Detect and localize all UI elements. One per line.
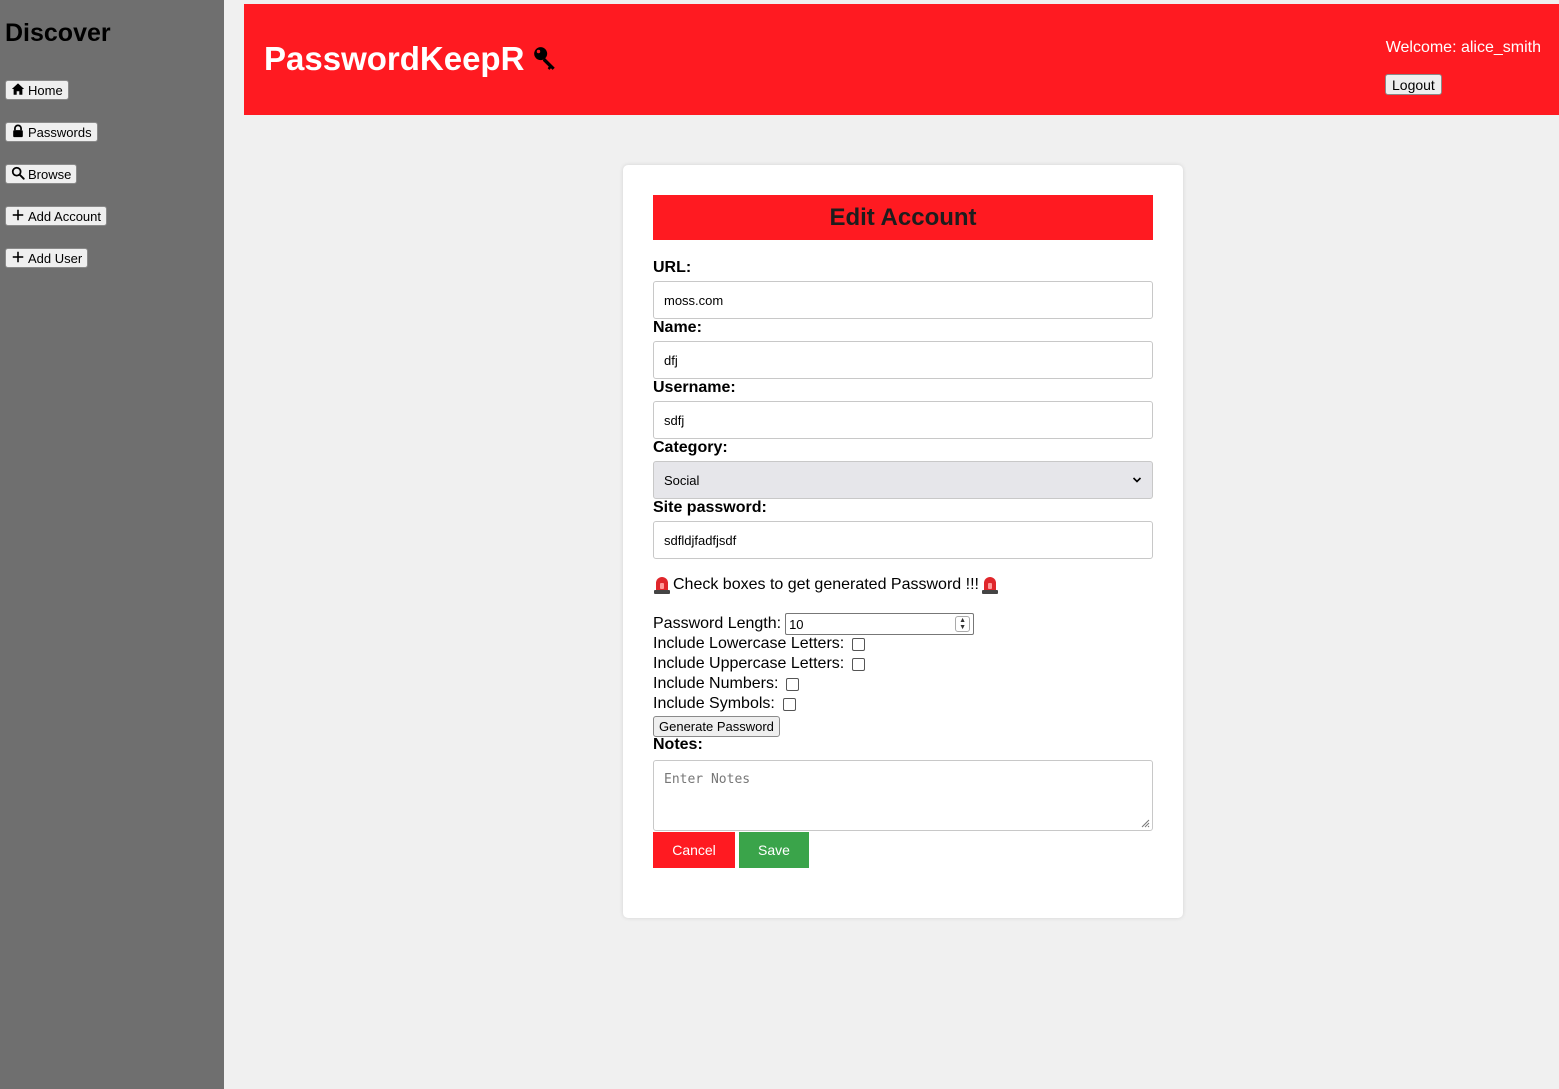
sidebar-title: Discover: [5, 19, 111, 47]
plus-icon: [11, 208, 25, 225]
welcome-text: Welcome: alice_smith: [1385, 39, 1541, 56]
brand-name: PasswordKeepR: [264, 40, 525, 77]
numbers-row: Include Numbers:: [653, 675, 800, 693]
spinner-icon[interactable]: ▲ ▼: [955, 616, 971, 632]
notes-placeholder: Enter Notes: [664, 772, 751, 787]
sidebar-item-browse[interactable]: Browse: [5, 164, 78, 184]
page-title: Edit Account: [653, 195, 1153, 240]
cancel-button[interactable]: Cancel: [653, 832, 735, 868]
category-selected-value: Social: [664, 472, 700, 488]
notes-label: Notes:: [653, 736, 703, 753]
symbols-checkbox[interactable]: [782, 697, 796, 711]
logout-button[interactable]: Logout: [1385, 74, 1442, 95]
name-input[interactable]: dfj: [653, 341, 1153, 379]
lowercase-checkbox[interactable]: [852, 637, 866, 651]
notes-textarea[interactable]: Enter Notes: [653, 760, 1153, 831]
resize-handle-icon[interactable]: [1140, 818, 1150, 828]
edit-account-card: Edit Account URL: moss.com Name: dfj Use…: [623, 165, 1183, 918]
numbers-checkbox[interactable]: [786, 677, 800, 691]
sidebar-item-home[interactable]: Home: [5, 80, 69, 100]
url-label: URL:: [653, 259, 692, 276]
password-length-label: Password Length:: [653, 615, 782, 632]
category-label: Category:: [653, 439, 728, 456]
uppercase-row: Include Uppercase Letters:: [653, 655, 866, 673]
username-input[interactable]: sdfj: [653, 401, 1153, 439]
siren-icon: [981, 575, 999, 594]
generate-password-button[interactable]: Generate Password: [653, 716, 780, 737]
search-icon: [11, 166, 25, 183]
site-password-input[interactable]: sdfldjfadfjsdf: [653, 521, 1153, 559]
sidebar-item-add-account[interactable]: Add Account: [5, 206, 107, 226]
lowercase-label: Include Lowercase Letters:: [653, 635, 845, 652]
lowercase-row: Include Lowercase Letters:: [653, 635, 866, 653]
category-select[interactable]: Social: [653, 461, 1153, 499]
plus-icon: [11, 250, 25, 267]
sidebar-item-label: Add Account: [28, 208, 101, 224]
chevron-down-icon: [1132, 473, 1142, 488]
save-button[interactable]: Save: [739, 832, 809, 868]
header: PasswordKeepR Welcome: alice_smith Logou…: [244, 4, 1559, 115]
symbols-label: Include Symbols:: [653, 695, 775, 712]
home-icon: [11, 82, 25, 99]
numbers-label: Include Numbers:: [653, 675, 779, 692]
sidebar-item-label: Home: [28, 82, 63, 98]
sidebar-item-label: Browse: [28, 166, 72, 182]
sidebar: Discover Home Passwords Browse Add Accou…: [0, 0, 224, 1089]
sidebar-item-add-user[interactable]: Add User: [5, 248, 89, 268]
symbols-row: Include Symbols:: [653, 695, 796, 713]
lock-icon: [11, 124, 25, 141]
password-length-row: Password Length: 10 ▲ ▼: [653, 613, 975, 635]
brand: PasswordKeepR: [264, 39, 558, 79]
password-length-input[interactable]: 10 ▲ ▼: [785, 613, 975, 635]
uppercase-checkbox[interactable]: [852, 657, 866, 671]
siren-icon: [653, 575, 671, 594]
sidebar-item-label: Add User: [28, 250, 83, 266]
generate-notice: Check boxes to get generated Password !!…: [653, 575, 999, 594]
key-icon: [532, 39, 558, 79]
notice-text: Check boxes to get generated Password !!…: [673, 575, 979, 593]
password-length-value: 10: [789, 616, 804, 632]
username-label: Username:: [653, 379, 736, 396]
sidebar-item-passwords[interactable]: Passwords: [5, 122, 98, 142]
url-input[interactable]: moss.com: [653, 281, 1153, 319]
site-password-label: Site password:: [653, 499, 767, 516]
sidebar-item-label: Passwords: [28, 124, 92, 140]
uppercase-label: Include Uppercase Letters:: [653, 655, 845, 672]
name-label: Name:: [653, 319, 702, 336]
